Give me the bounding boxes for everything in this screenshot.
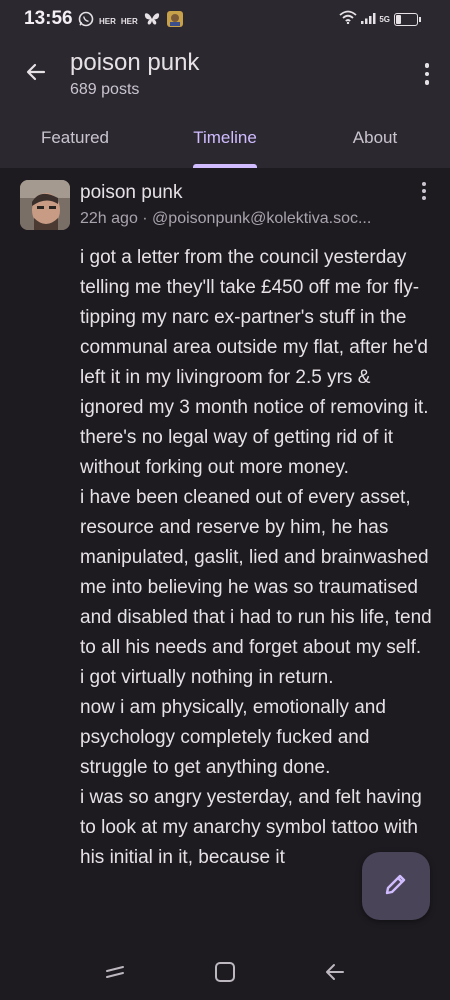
back-nav-button[interactable] xyxy=(320,960,350,988)
post-meta: 22h ago · @poisonpunk@kolektiva.soc... xyxy=(80,210,372,227)
tab-about[interactable]: About xyxy=(300,112,450,168)
post-author[interactable]: poison punk xyxy=(80,182,182,204)
battery-icon xyxy=(394,13,421,26)
system-nav-bar xyxy=(0,948,450,1000)
post-paragraph: now i am physically, emotionally and psy… xyxy=(80,697,386,778)
post-paragraph: there's no legal way of getting rid of i… xyxy=(80,427,394,478)
network-type: 5G xyxy=(379,15,390,24)
more-vert-icon xyxy=(424,63,430,68)
notification-icons: HER HER xyxy=(78,10,184,33)
profile-tabs: Featured Timeline About xyxy=(0,112,450,168)
wifi-icon xyxy=(339,10,357,29)
arrow-back-icon xyxy=(24,60,48,89)
tab-label: Featured xyxy=(40,128,110,147)
app-avatar-icon xyxy=(166,10,184,33)
home-icon xyxy=(213,961,237,988)
timeline-post[interactable]: poison punk 22h ago · @poisonpunk@kolekt… xyxy=(0,168,450,948)
notif-label-1: HER xyxy=(99,17,116,26)
status-right-icons: 5G xyxy=(339,10,421,29)
post-paragraph: i have been cleaned out of every asset, … xyxy=(80,487,432,658)
status-bar: 13:56 HER HER 5G xyxy=(0,0,450,38)
profile-title: poison punk xyxy=(70,49,200,76)
edit-pencil-icon xyxy=(382,870,410,903)
home-button[interactable] xyxy=(210,960,240,988)
signal-icon xyxy=(361,11,377,29)
more-vert-icon xyxy=(422,182,426,186)
status-time: 13:56 xyxy=(24,8,73,29)
tab-featured[interactable]: Featured xyxy=(0,112,150,168)
whatsapp-icon xyxy=(78,11,94,32)
app-bar: poison punk 689 posts xyxy=(0,38,450,112)
post-paragraph: i got a letter from the council yesterda… xyxy=(80,247,429,418)
post-count: 689 posts xyxy=(70,81,140,98)
post-paragraph: i got virtually nothing in return. xyxy=(80,667,334,688)
recents-icon xyxy=(103,961,127,988)
post-menu-button[interactable] xyxy=(422,182,426,200)
overflow-menu-button[interactable] xyxy=(418,56,436,92)
recents-button[interactable] xyxy=(100,960,130,988)
post-content: i got a letter from the council yesterda… xyxy=(80,243,436,873)
back-button[interactable] xyxy=(18,56,54,92)
notif-label-2: HER xyxy=(120,17,138,26)
avatar[interactable] xyxy=(20,180,70,230)
compose-button[interactable] xyxy=(362,852,430,920)
back-nav-icon xyxy=(323,961,347,988)
tab-timeline[interactable]: Timeline xyxy=(150,112,300,168)
tab-label: Timeline xyxy=(193,128,257,147)
butterfly-icon xyxy=(143,11,161,32)
tab-label: About xyxy=(352,128,398,147)
